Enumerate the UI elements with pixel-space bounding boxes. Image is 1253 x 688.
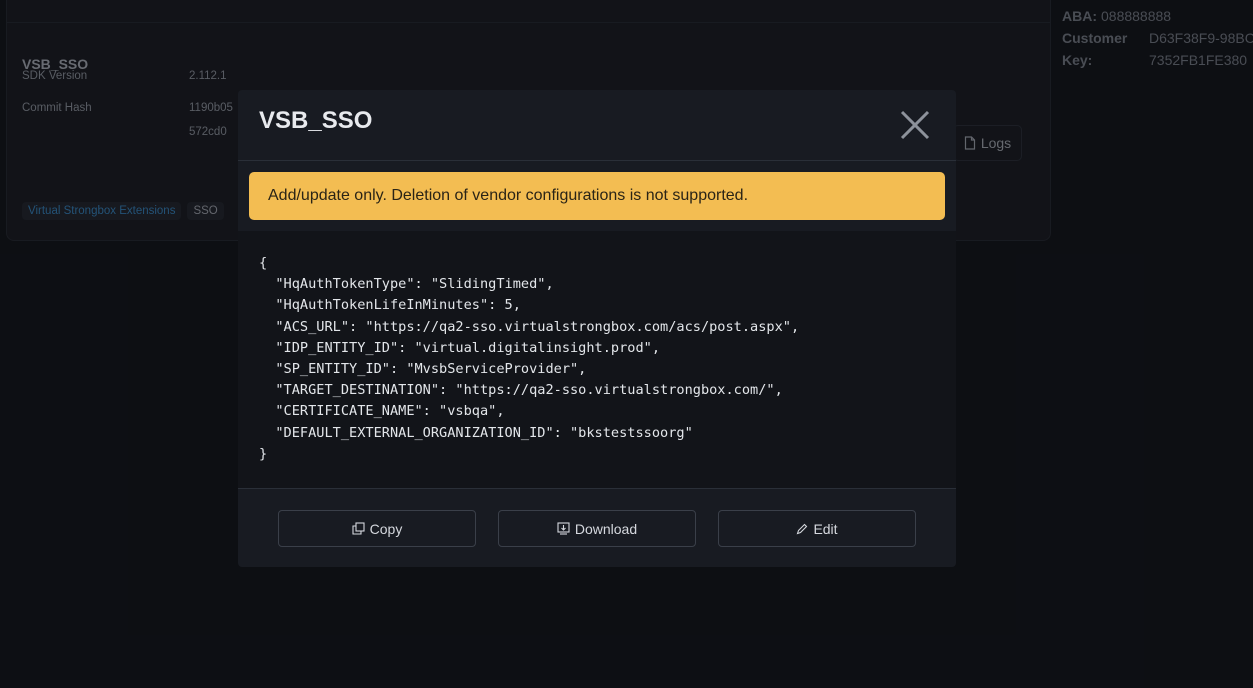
code-line: "SP_ENTITY_ID": "MvsbServiceProvider",: [259, 361, 587, 378]
modal-title: VSB_SSO: [259, 107, 373, 134]
copy-label: Copy: [369, 520, 403, 537]
code-line: "HqAuthTokenLifeInMinutes": 5,: [259, 297, 521, 314]
code-line: "TARGET_DESTINATION": "https://qa2-sso.v…: [259, 382, 783, 399]
download-icon: [557, 522, 570, 535]
code-line: "IDP_ENTITY_ID": "virtual.digitalinsight…: [259, 339, 661, 356]
code-line: "ACS_URL": "https://qa2-sso.virtualstron…: [259, 318, 800, 335]
download-button[interactable]: Download: [498, 510, 696, 547]
code-line: "CERTIFICATE_NAME": "vsbqa",: [259, 403, 505, 420]
alert-container: Add/update only. Deletion of vendor conf…: [238, 161, 956, 231]
pencil-icon: [797, 523, 808, 534]
copy-icon: [352, 522, 365, 535]
modal-footer: Copy Download Edit: [238, 488, 956, 567]
code-line: "DEFAULT_EXTERNAL_ORGANIZATION_ID": "bks…: [259, 424, 693, 441]
copy-button[interactable]: Copy: [278, 510, 476, 547]
config-json-viewer[interactable]: { "HqAuthTokenType": "SlidingTimed", "Hq…: [238, 231, 956, 488]
config-modal: VSB_SSO Add/update only. Deletion of ven…: [238, 90, 956, 567]
edit-button[interactable]: Edit: [718, 510, 916, 547]
page: VSB_SSO SDK Version 2.112.1 Commit Hash …: [0, 0, 1253, 688]
code-line: }: [259, 445, 268, 462]
download-label: Download: [574, 520, 638, 537]
warning-alert: Add/update only. Deletion of vendor conf…: [249, 172, 945, 220]
edit-label: Edit: [813, 520, 838, 537]
code-line: "HqAuthTokenType": "SlidingTimed",: [259, 276, 554, 293]
close-button[interactable]: [898, 108, 932, 142]
close-icon: [900, 110, 930, 140]
code-line: {: [259, 255, 268, 271]
modal-header: VSB_SSO: [238, 90, 956, 161]
